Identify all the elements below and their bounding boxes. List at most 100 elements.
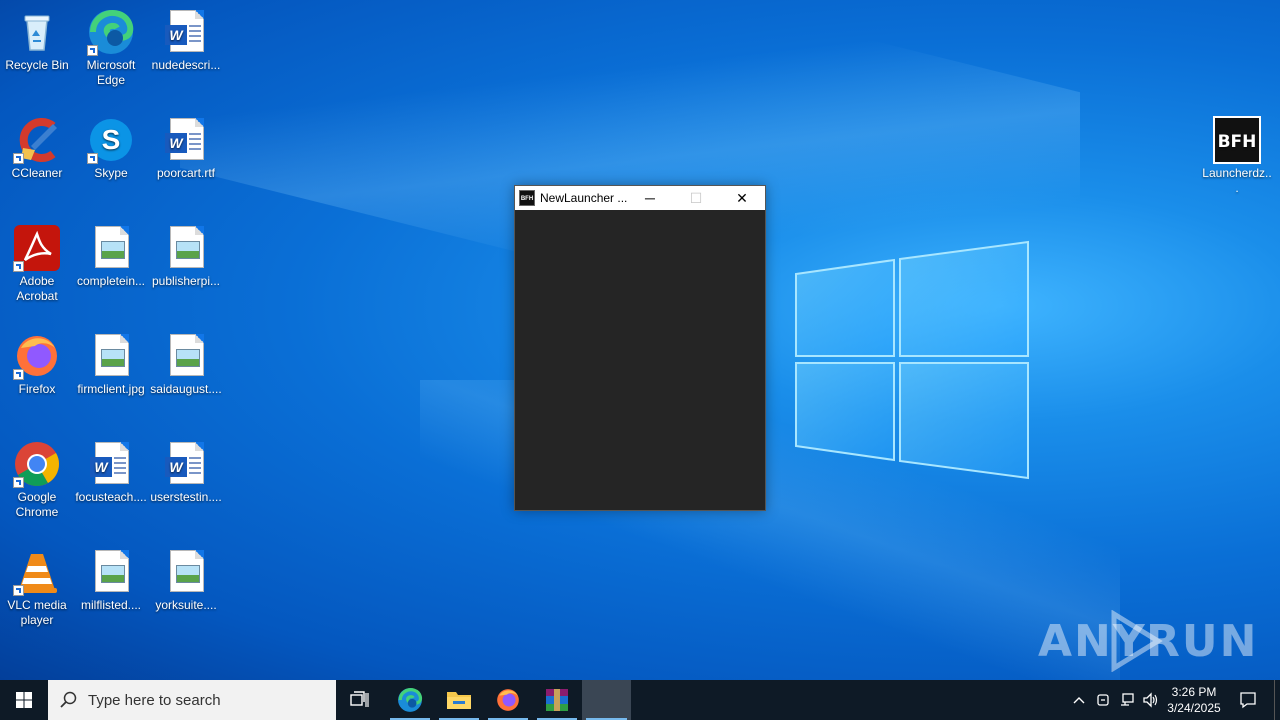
network-icon: [1121, 693, 1134, 706]
desktop-icon-image-file[interactable]: completein...: [73, 224, 149, 289]
close-icon: ✕: [736, 189, 748, 206]
taskbar-search[interactable]: Type here to search: [48, 680, 336, 720]
desktop-icon-label: Microsoft Edge: [86, 58, 136, 87]
bfh-app-icon: BFH: [519, 190, 535, 206]
desktop-icon-adobe-acrobat[interactable]: Adobe Acrobat: [0, 224, 75, 304]
newlauncher-window[interactable]: BFH NewLauncher ... ─ ☐ ✕: [514, 185, 766, 511]
image-file-icon: [170, 226, 204, 268]
desktop-icon-label: saidaugust....: [150, 382, 222, 396]
desktop-icon-ccleaner[interactable]: CCleaner: [0, 116, 75, 181]
desktop-icon-label: completein...: [76, 274, 146, 288]
image-file-icon: [170, 334, 204, 376]
desktop-icon-label: Recycle Bin: [5, 58, 69, 72]
desktop-icon-word-document[interactable]: W poorcart.rtf: [148, 116, 224, 181]
desktop-icon-google-chrome[interactable]: Google Chrome: [0, 440, 75, 520]
taskbar-edge[interactable]: [386, 680, 434, 720]
svg-text:S: S: [102, 124, 121, 155]
minimize-icon: ─: [645, 190, 655, 206]
watermark-text-run: RUN: [1146, 616, 1259, 667]
winrar-icon: [546, 689, 568, 711]
shortcut-arrow-icon: [13, 585, 24, 596]
shortcut-arrow-icon: [13, 477, 24, 488]
desktop-icon-label: yorksuite....: [155, 598, 217, 612]
shortcut-arrow-icon: [13, 261, 24, 272]
desktop-icon-image-file[interactable]: yorksuite....: [148, 548, 224, 613]
action-center-button[interactable]: [1232, 680, 1264, 720]
image-file-icon: [95, 226, 129, 268]
word-document-icon: W: [165, 442, 204, 484]
taskbar-file-explorer[interactable]: [435, 680, 483, 720]
recycle-bin-icon: [24, 15, 50, 51]
window-title: NewLauncher ...: [540, 191, 627, 205]
show-desktop-button[interactable]: [1274, 680, 1280, 720]
taskbar-winrar[interactable]: [533, 680, 581, 720]
desktop-icon-label: VLC media player: [7, 598, 67, 627]
shortcut-arrow-icon: [87, 45, 98, 56]
window-content: [515, 210, 765, 510]
window-titlebar[interactable]: BFH NewLauncher ... ─ ☐ ✕: [515, 186, 765, 210]
task-view-icon: [350, 691, 369, 707]
image-file-icon: [170, 550, 204, 592]
tray-network-button[interactable]: [1116, 680, 1138, 720]
desktop-icon-label: firmclient.jpg: [77, 382, 145, 396]
shortcut-arrow-icon: [87, 153, 98, 164]
desktop-icon-word-document[interactable]: W userstestin....: [148, 440, 224, 505]
word-document-icon: W: [90, 442, 129, 484]
minimize-button[interactable]: ─: [627, 186, 673, 210]
taskbar: Type here to search 3:26 PM 3/24/2025: [0, 680, 1280, 720]
close-button[interactable]: ✕: [719, 186, 765, 210]
desktop-icon-label: poorcart.rtf: [156, 166, 216, 180]
desktop-icon-word-document[interactable]: W focusteach....: [73, 440, 149, 505]
shortcut-arrow-icon: [13, 369, 24, 380]
device-icon: [1097, 694, 1109, 706]
volume-icon: [1143, 692, 1158, 708]
windows-start-icon: [16, 692, 32, 708]
svg-text:BFH: BFH: [1218, 132, 1257, 152]
desktop-icon-label: CCleaner: [11, 166, 63, 180]
anyrun-watermark: ANY RUN: [1038, 608, 1256, 672]
maximize-icon: ☐: [689, 189, 703, 206]
desktop-icon-microsoft-edge[interactable]: Microsoft Edge: [73, 8, 149, 88]
desktop-icon-label: publisherpi...: [151, 274, 221, 288]
desktop-icon-label: Skype: [94, 166, 128, 180]
desktop-icon-label: Google Chrome: [15, 490, 59, 519]
desktop-icon-launcherdz[interactable]: BFH Launcherdz...: [1199, 116, 1275, 196]
desktop-icon-recycle-bin[interactable]: Recycle Bin: [0, 8, 75, 73]
clock-date: 3/24/2025: [1167, 701, 1221, 715]
image-file-icon: [95, 334, 129, 376]
desktop-icon-image-file[interactable]: saidaugust....: [148, 332, 224, 397]
desktop-icon-label: milflisted....: [80, 598, 141, 612]
bfh-launcher-icon: BFH: [1213, 116, 1261, 164]
taskbar-newlauncher[interactable]: [582, 680, 631, 720]
maximize-button[interactable]: ☐: [673, 186, 719, 210]
desktop-icon-label: Adobe Acrobat: [16, 274, 58, 303]
desktop-icon-firefox[interactable]: Firefox: [0, 332, 75, 397]
start-button[interactable]: [0, 680, 48, 720]
desktop-icon-image-file[interactable]: milflisted....: [73, 548, 149, 613]
desktop-icon-label: nudedescri...: [151, 58, 221, 72]
task-view-button[interactable]: [336, 680, 384, 720]
desktop-icon-label: Launcherdz...: [1202, 166, 1272, 195]
firefox-icon: [497, 689, 519, 711]
tray-volume-button[interactable]: [1140, 680, 1162, 720]
shortcut-arrow-icon: [13, 153, 24, 164]
tray-device-button[interactable]: [1092, 680, 1114, 720]
taskbar-clock[interactable]: 3:26 PM 3/24/2025: [1160, 680, 1228, 720]
desktop-icon-image-file[interactable]: firmclient.jpg: [73, 332, 149, 397]
taskbar-firefox[interactable]: [484, 680, 532, 720]
clock-time: 3:26 PM: [1171, 685, 1217, 699]
notification-icon: [1240, 692, 1256, 709]
show-hidden-icons-button[interactable]: [1068, 680, 1090, 720]
desktop-icon-skype[interactable]: S Skype: [73, 116, 149, 181]
desktop-icon-image-file[interactable]: publisherpi...: [148, 224, 224, 289]
desktop-icon-label: focusteach....: [75, 490, 147, 504]
image-file-icon: [95, 550, 129, 592]
desktop-icon-label: Firefox: [18, 382, 56, 396]
windows-logo-wallpaper: [795, 240, 1029, 480]
desktop-icon-vlc-media-player[interactable]: VLC media player: [0, 548, 75, 628]
search-icon: [60, 691, 77, 708]
word-document-icon: W: [165, 118, 204, 160]
search-placeholder: Type here to search: [88, 691, 221, 709]
word-document-icon: W: [165, 10, 204, 52]
desktop-icon-word-document[interactable]: W nudedescri...: [148, 8, 224, 73]
